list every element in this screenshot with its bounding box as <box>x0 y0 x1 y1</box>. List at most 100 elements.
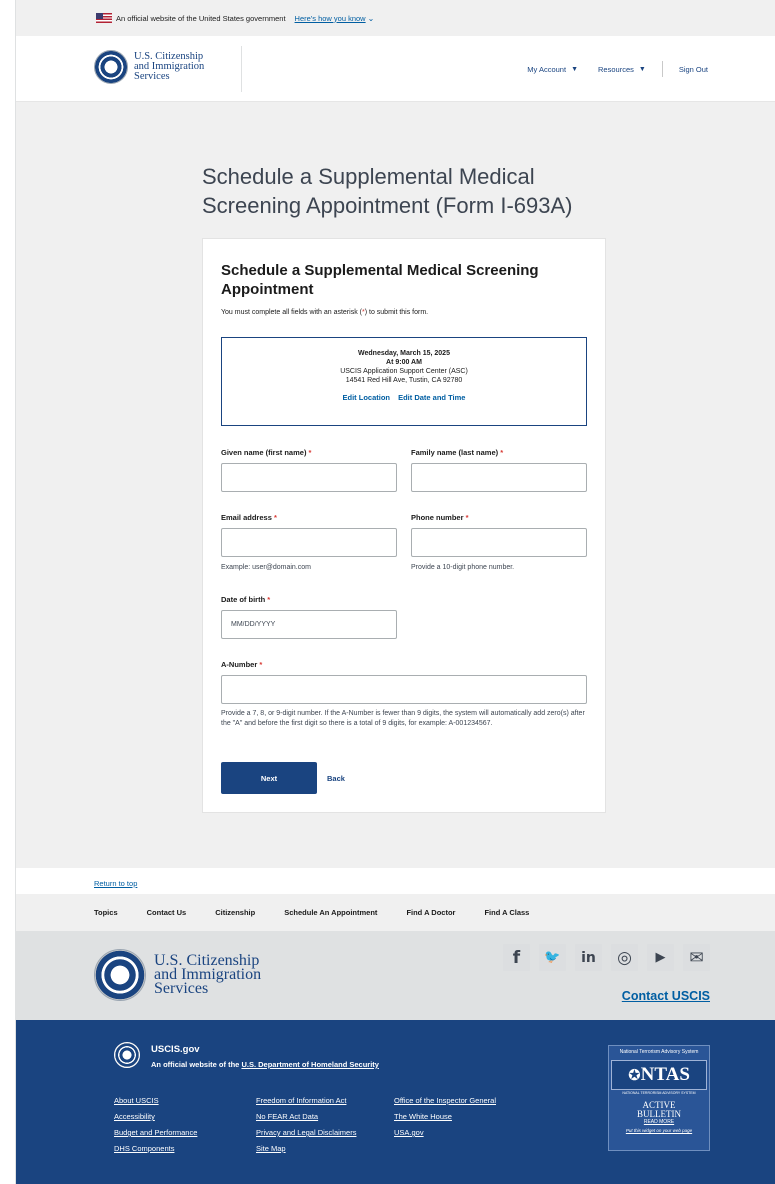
ntas-widget-link[interactable]: Put this widget on your web page <box>609 1128 709 1133</box>
email-input[interactable] <box>221 528 397 557</box>
page-background: An official website of the United States… <box>15 0 775 1184</box>
my-account-menu[interactable]: My Account ▼ <box>527 65 578 74</box>
my-account-label: My Account <box>527 64 567 74</box>
intro-text: You must complete all fields with an ast… <box>221 309 362 316</box>
label-text: Given name (first name) <box>221 448 307 457</box>
dhs-seal-icon <box>94 949 146 1001</box>
sign-out-link[interactable]: Sign Out <box>679 65 708 74</box>
nav-separator <box>661 61 663 77</box>
dhs-link[interactable]: U.S. Department of Homeland Security <box>241 1060 379 1069</box>
footer-nav-schedule-appointment[interactable]: Schedule An Appointment <box>284 908 377 917</box>
back-link[interactable]: Back <box>327 774 345 783</box>
footer-link-privacy[interactable]: Privacy and Legal Disclaimers <box>256 1128 394 1137</box>
twitter-icon[interactable]: 🐦 <box>539 944 566 971</box>
required-asterisk: * <box>500 448 504 457</box>
phone-hint: Provide a 10-digit phone number. <box>411 564 515 571</box>
label-text: Family name (last name) <box>411 448 499 457</box>
a-number-hint: Provide a 7, 8, or 9-digit number. If th… <box>221 710 585 727</box>
footer-link-oig[interactable]: Office of the Inspector General <box>394 1096 534 1105</box>
footer-nav-contact-us[interactable]: Contact Us <box>147 908 187 917</box>
required-asterisk: * <box>465 513 469 522</box>
facebook-icon[interactable]: f <box>503 944 530 971</box>
footer-link-budget[interactable]: Budget and Performance <box>114 1128 256 1137</box>
uscis-logo[interactable]: U.S. Citizenship and Immigration Service… <box>94 50 204 84</box>
caret-down-icon: ▼ <box>638 65 646 73</box>
logo-line: Services <box>154 980 209 997</box>
ntas-logo-text: NTAS <box>640 1064 690 1085</box>
appointment-edit-links: Edit Location Edit Date and Time <box>222 393 586 402</box>
appointment-time: At 9:00 AM <box>386 359 422 366</box>
required-asterisk: * <box>267 595 271 604</box>
given-name-input[interactable] <box>221 463 397 492</box>
footer-link-about[interactable]: About USCIS <box>114 1096 256 1105</box>
phone-label: Phone number * <box>411 513 469 522</box>
appointment-form-card: Schedule a Supplemental Medical Screenin… <box>202 238 606 813</box>
a-number-input[interactable] <box>221 675 587 704</box>
ntas-logo: ✪NTAS <box>611 1060 707 1090</box>
ntas-star-icon: ✪ <box>628 1066 641 1084</box>
return-to-top-bar: Return to top <box>16 868 775 894</box>
footer-link-foia[interactable]: Freedom of Information Act <box>256 1096 394 1105</box>
chevron-down-icon[interactable]: ⌄ <box>368 14 375 23</box>
next-button[interactable]: Next <box>221 762 317 794</box>
site-header: U.S. Citizenship and Immigration Service… <box>16 36 775 102</box>
linkedin-icon[interactable]: in <box>575 944 602 971</box>
edit-location-link[interactable]: Edit Location <box>343 393 391 402</box>
footer-nav: Topics Contact Us Citizenship Schedule A… <box>16 894 775 932</box>
label-text: A-Number <box>221 660 258 669</box>
footer-bottom: USCIS.gov An official website of the U.S… <box>16 1020 775 1184</box>
footer-uscis-logo[interactable]: U.S. Citizenship and Immigration Service… <box>94 949 261 1001</box>
footer-link-usa-gov[interactable]: USA.gov <box>394 1128 534 1137</box>
email-label: Email address * <box>221 513 277 522</box>
footer-nav-find-doctor[interactable]: Find A Doctor <box>406 908 455 917</box>
required-asterisk: * <box>273 513 277 522</box>
form-title: Schedule a Supplemental Medical Screenin… <box>221 262 539 298</box>
how-you-know-link[interactable]: Here's how you know <box>295 14 366 23</box>
caret-down-icon: ▼ <box>571 65 579 73</box>
footer-links: About USCIS Freedom of Information Act O… <box>114 1096 534 1153</box>
contact-uscis-link[interactable]: Contact USCIS <box>622 989 710 1003</box>
official-prefix: An official website of the <box>151 1060 242 1069</box>
dob-label: Date of birth * <box>221 595 270 604</box>
form-intro: You must complete all fields with an ast… <box>221 309 428 316</box>
appointment-summary: Wednesday, March 15, 2025 At 9:00 AM USC… <box>221 337 587 426</box>
resources-label: Resources <box>598 64 634 74</box>
edit-date-time-link[interactable]: Edit Date and Time <box>398 393 465 402</box>
phone-input[interactable] <box>411 528 587 557</box>
page-title: Schedule a Supplemental Medical Screenin… <box>202 164 573 218</box>
dhs-seal-icon <box>114 1042 140 1068</box>
date-of-birth-input[interactable] <box>221 610 397 639</box>
footer-middle: U.S. Citizenship and Immigration Service… <box>16 932 775 1020</box>
label-text: Email address <box>221 513 272 522</box>
ntas-widget[interactable]: National Terrorism Advisory System ✪NTAS… <box>608 1045 710 1151</box>
logo-line: Services <box>134 71 170 82</box>
ntas-heading: National Terrorism Advisory System <box>619 1049 699 1055</box>
dhs-seal-icon <box>94 50 128 84</box>
return-to-top-link[interactable]: Return to top <box>94 879 137 888</box>
footer-logo-text: U.S. Citizenship and Immigration Service… <box>154 953 261 997</box>
footer-nav-topics[interactable]: Topics <box>94 908 118 917</box>
footer-nav-find-class[interactable]: Find A Class <box>484 908 529 917</box>
footer-link-accessibility[interactable]: Accessibility <box>114 1112 256 1121</box>
footer-nav-citizenship[interactable]: Citizenship <box>215 908 255 917</box>
footer-brand: USCIS.gov <box>151 1044 200 1055</box>
resources-menu[interactable]: Resources ▼ <box>598 65 646 74</box>
footer-official-text: An official website of the U.S. Departme… <box>151 1060 379 1069</box>
ntas-subtitle: NATIONAL TERRORISM ADVISORY SYSTEM <box>622 1091 696 1095</box>
required-asterisk: * <box>308 448 312 457</box>
footer-link-dhs-components[interactable]: DHS Components <box>114 1144 256 1153</box>
youtube-icon[interactable]: ▶ <box>647 944 674 971</box>
email-icon[interactable]: ✉ <box>683 944 710 971</box>
ntas-bulletin: BULLETIN <box>637 1109 681 1119</box>
footer-link-no-fear[interactable]: No FEAR Act Data <box>256 1112 394 1121</box>
label-text: Date of birth <box>221 595 266 604</box>
footer-link-site-map[interactable]: Site Map <box>256 1144 394 1153</box>
family-name-input[interactable] <box>411 463 587 492</box>
footer-link-white-house[interactable]: The White House <box>394 1112 534 1121</box>
ntas-read-more-link[interactable]: READ MORE <box>609 1119 709 1125</box>
label-text: Phone number <box>411 513 464 522</box>
appointment-date: Wednesday, March 15, 2025 <box>358 350 450 357</box>
instagram-icon[interactable]: ◎ <box>611 944 638 971</box>
intro-text: ) to submit this form. <box>364 309 429 316</box>
official-site-text: An official website of the United States… <box>116 13 286 23</box>
